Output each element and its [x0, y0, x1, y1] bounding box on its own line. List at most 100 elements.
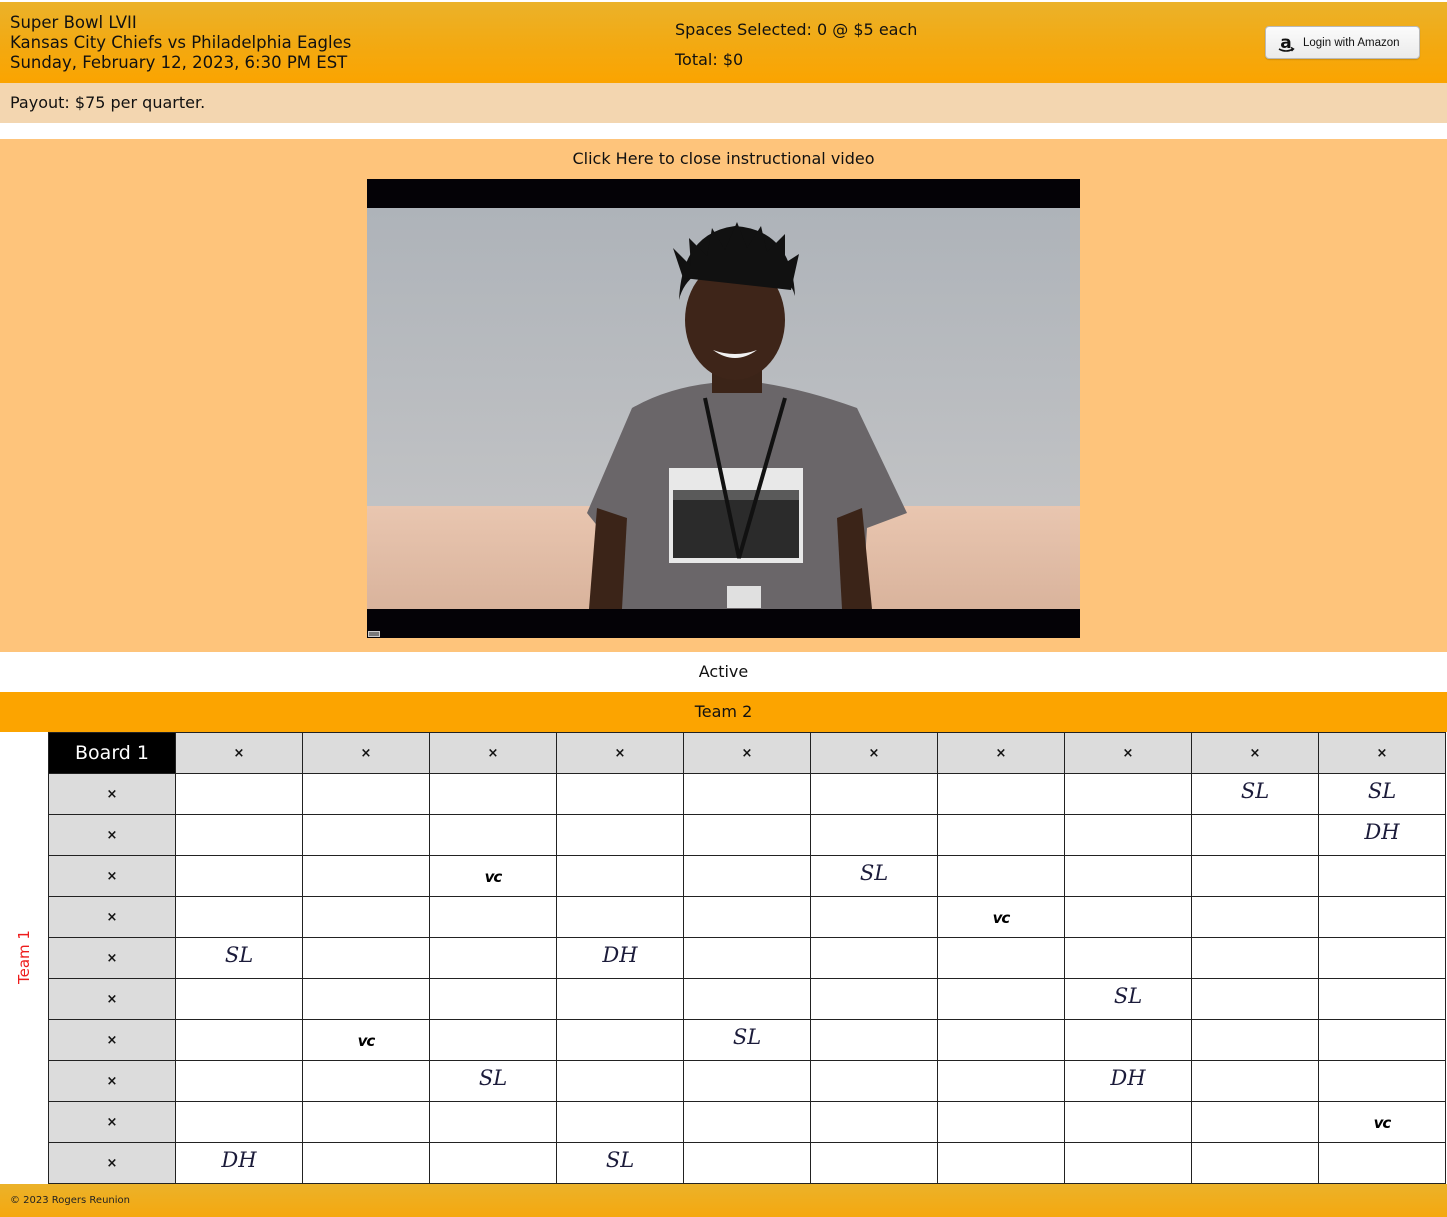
board-square[interactable] — [1191, 1060, 1319, 1102]
board-square[interactable] — [683, 978, 811, 1020]
board-square[interactable] — [1064, 1101, 1192, 1143]
board-square[interactable] — [1064, 896, 1192, 938]
board-square[interactable] — [1318, 1142, 1446, 1184]
board-square[interactable] — [175, 855, 303, 897]
board-square[interactable] — [1064, 855, 1192, 897]
board-square[interactable] — [556, 1019, 684, 1061]
board-square[interactable] — [683, 937, 811, 979]
board-square[interactable]: DH — [1318, 814, 1446, 856]
board-square[interactable] — [175, 1060, 303, 1102]
board-square[interactable] — [683, 773, 811, 815]
board-square[interactable]: SL — [1191, 773, 1319, 815]
board-square[interactable]: vc — [937, 896, 1065, 938]
video-control-icon[interactable] — [368, 631, 380, 637]
board-square[interactable] — [429, 1142, 557, 1184]
board-square[interactable] — [683, 1060, 811, 1102]
board-square[interactable] — [429, 1101, 557, 1143]
board-square[interactable] — [556, 896, 684, 938]
board-square[interactable] — [810, 814, 938, 856]
close-video-link[interactable]: Click Here to close instructional video — [0, 149, 1447, 168]
board-square[interactable] — [1318, 896, 1446, 938]
board-square[interactable] — [302, 1060, 430, 1102]
board-square[interactable] — [1318, 937, 1446, 979]
board-square[interactable] — [175, 1101, 303, 1143]
board-square[interactable] — [175, 773, 303, 815]
board-square[interactable] — [429, 937, 557, 979]
board-square[interactable]: DH — [556, 937, 684, 979]
board-square[interactable] — [1191, 814, 1319, 856]
board-square[interactable] — [302, 814, 430, 856]
board-square[interactable] — [937, 855, 1065, 897]
board-square[interactable] — [556, 773, 684, 815]
board-square[interactable] — [683, 1101, 811, 1143]
board-square[interactable] — [302, 773, 430, 815]
board-square[interactable] — [1191, 978, 1319, 1020]
board-square[interactable] — [1191, 896, 1319, 938]
board-square[interactable] — [1064, 814, 1192, 856]
board-square[interactable] — [302, 937, 430, 979]
board-square[interactable] — [937, 1060, 1065, 1102]
board-square[interactable] — [429, 896, 557, 938]
board-square[interactable]: SL — [810, 855, 938, 897]
board-square[interactable] — [302, 1142, 430, 1184]
board-square[interactable] — [429, 1019, 557, 1061]
board-square[interactable] — [556, 1101, 684, 1143]
board-square[interactable]: SL — [1064, 978, 1192, 1020]
board-square[interactable] — [810, 1101, 938, 1143]
board-square[interactable] — [429, 814, 557, 856]
board-square[interactable] — [937, 773, 1065, 815]
board-square[interactable] — [1064, 937, 1192, 979]
board-square[interactable]: SL — [175, 937, 303, 979]
board-square[interactable] — [1191, 855, 1319, 897]
board-square[interactable]: SL — [683, 1019, 811, 1061]
board-square[interactable] — [810, 1019, 938, 1061]
board-square[interactable]: DH — [175, 1142, 303, 1184]
board-square[interactable] — [175, 814, 303, 856]
board-square[interactable] — [556, 814, 684, 856]
board-square[interactable] — [1191, 1019, 1319, 1061]
board-square[interactable] — [175, 978, 303, 1020]
board-square[interactable] — [810, 1060, 938, 1102]
board-square[interactable]: vc — [429, 855, 557, 897]
board-square[interactable] — [302, 1101, 430, 1143]
board-square[interactable] — [1318, 1019, 1446, 1061]
board-square[interactable] — [429, 978, 557, 1020]
board-square[interactable] — [429, 773, 557, 815]
board-square[interactable] — [937, 1101, 1065, 1143]
board-square[interactable] — [175, 1019, 303, 1061]
board-square[interactable] — [1318, 855, 1446, 897]
board-square[interactable] — [1064, 1142, 1192, 1184]
board-square[interactable] — [556, 855, 684, 897]
board-square[interactable] — [810, 1142, 938, 1184]
board-square[interactable] — [683, 855, 811, 897]
board-square[interactable] — [810, 896, 938, 938]
login-with-amazon-button[interactable]: a Login with Amazon — [1265, 26, 1420, 59]
board-square[interactable] — [810, 773, 938, 815]
board-square[interactable] — [556, 978, 684, 1020]
board-square[interactable]: vc — [1318, 1101, 1446, 1143]
board-square[interactable] — [1191, 1142, 1319, 1184]
video-player[interactable] — [367, 179, 1080, 638]
board-square[interactable] — [1064, 773, 1192, 815]
board-square[interactable] — [683, 814, 811, 856]
board-square[interactable]: SL — [556, 1142, 684, 1184]
board-square[interactable] — [1064, 1019, 1192, 1061]
board-square[interactable] — [810, 978, 938, 1020]
board-square[interactable] — [1191, 1101, 1319, 1143]
board-square[interactable]: vc — [302, 1019, 430, 1061]
board-square[interactable] — [937, 1019, 1065, 1061]
board-square[interactable]: DH — [1064, 1060, 1192, 1102]
board-square[interactable] — [683, 1142, 811, 1184]
board-square[interactable] — [937, 937, 1065, 979]
board-square[interactable] — [1318, 978, 1446, 1020]
board-square[interactable] — [937, 814, 1065, 856]
board-square[interactable] — [302, 855, 430, 897]
board-square[interactable] — [810, 937, 938, 979]
board-square[interactable] — [302, 896, 430, 938]
board-square[interactable] — [302, 978, 430, 1020]
board-square[interactable]: SL — [429, 1060, 557, 1102]
board-square[interactable] — [1191, 937, 1319, 979]
board-square[interactable] — [175, 896, 303, 938]
board-square[interactable] — [1318, 1060, 1446, 1102]
board-square[interactable] — [937, 978, 1065, 1020]
